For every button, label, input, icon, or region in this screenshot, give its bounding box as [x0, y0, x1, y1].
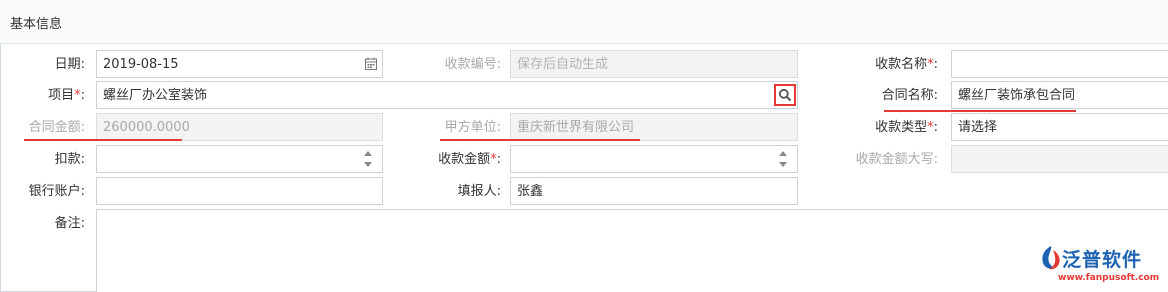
- panel-header: 基本信息: [0, 0, 1168, 44]
- receipt-name-label: 收款名称*:: [875, 57, 938, 73]
- project-label-text: 项目: [48, 88, 75, 103]
- spinner-down-icon[interactable]: [364, 162, 372, 167]
- contract-name-field[interactable]: 螺丝厂装饰承包合同: [951, 81, 1168, 109]
- receipt-no-label: 收款编号:: [444, 57, 501, 72]
- logo-name: 泛普软件: [1062, 249, 1143, 271]
- label-colon: :: [496, 152, 501, 167]
- annotation-underline-party-a: [440, 139, 640, 141]
- filler-field[interactable]: 张鑫: [510, 177, 798, 205]
- date-field[interactable]: 2019-08-15: [96, 50, 383, 78]
- spinner-down-icon[interactable]: [779, 162, 787, 167]
- spinner-up-icon[interactable]: [779, 151, 787, 156]
- remark-label: 备注:: [54, 216, 85, 231]
- contract-name-label: 合同名称:: [881, 88, 938, 103]
- remark-textarea[interactable]: [96, 209, 1168, 292]
- project-value: 螺丝厂办公室装饰: [103, 88, 208, 103]
- annotation-underline-contract-amount: [24, 139, 182, 141]
- deduction-field[interactable]: [96, 145, 383, 173]
- contract-amount-label: 合同金额:: [28, 120, 85, 135]
- spinner-up-icon[interactable]: [364, 151, 372, 156]
- party-a-field: 重庆新世界有限公司: [510, 113, 798, 141]
- party-a-label: 甲方单位:: [444, 120, 501, 135]
- receipt-no-placeholder: 保存后自动生成: [517, 57, 609, 72]
- fanpu-logo: 泛普软件 www.fanpusoft.com: [1038, 244, 1168, 288]
- receipt-amount-field[interactable]: [510, 145, 798, 173]
- label-colon: :: [80, 88, 85, 103]
- bank-account-field[interactable]: [96, 177, 383, 205]
- fanpu-logo-icon: [1042, 246, 1060, 270]
- receipt-name-field[interactable]: [951, 50, 1168, 78]
- receipt-amount-label-text: 收款金额: [438, 152, 491, 167]
- bank-account-label: 银行账户:: [28, 184, 85, 199]
- receipt-name-label-text: 收款名称: [875, 57, 928, 72]
- label-colon: :: [933, 120, 938, 135]
- receipt-type-select[interactable]: 请选择: [951, 113, 1168, 141]
- contract-name-value: 螺丝厂装饰承包合同: [958, 88, 1076, 103]
- deduction-label: 扣款:: [54, 152, 85, 167]
- search-icon: [778, 88, 792, 102]
- receipt-type-value: 请选择: [958, 120, 998, 135]
- project-search-button[interactable]: [774, 84, 796, 106]
- amount-upper-field: [951, 145, 1168, 173]
- receipt-type-label: 收款类型*:: [875, 120, 938, 136]
- party-a-value: 重庆新世界有限公司: [517, 120, 635, 135]
- project-field[interactable]: 螺丝厂办公室装饰: [96, 81, 798, 109]
- contract-amount-field: 260000.0000: [96, 113, 383, 141]
- date-label: 日期:: [54, 57, 85, 72]
- annotation-underline-contract-name: [884, 110, 1076, 112]
- receipt-amount-label: 收款金额*:: [438, 152, 501, 168]
- logo-url: www.fanpusoft.com: [1058, 273, 1160, 283]
- filler-value: 张鑫: [517, 184, 544, 199]
- receipt-type-label-text: 收款类型: [875, 120, 928, 135]
- panel-title: 基本信息: [10, 17, 63, 32]
- receipt-amount-stepper[interactable]: [779, 150, 789, 168]
- deduction-stepper[interactable]: [364, 150, 374, 168]
- filler-label: 填报人:: [457, 184, 501, 199]
- date-value: 2019-08-15: [103, 57, 179, 72]
- amount-upper-label: 收款金额大写:: [855, 152, 938, 167]
- project-label: 项目*:: [48, 88, 85, 104]
- receipt-no-field: 保存后自动生成: [510, 50, 798, 78]
- label-colon: :: [933, 57, 938, 72]
- calendar-icon[interactable]: [365, 57, 377, 70]
- contract-amount-value: 260000.0000: [103, 120, 190, 135]
